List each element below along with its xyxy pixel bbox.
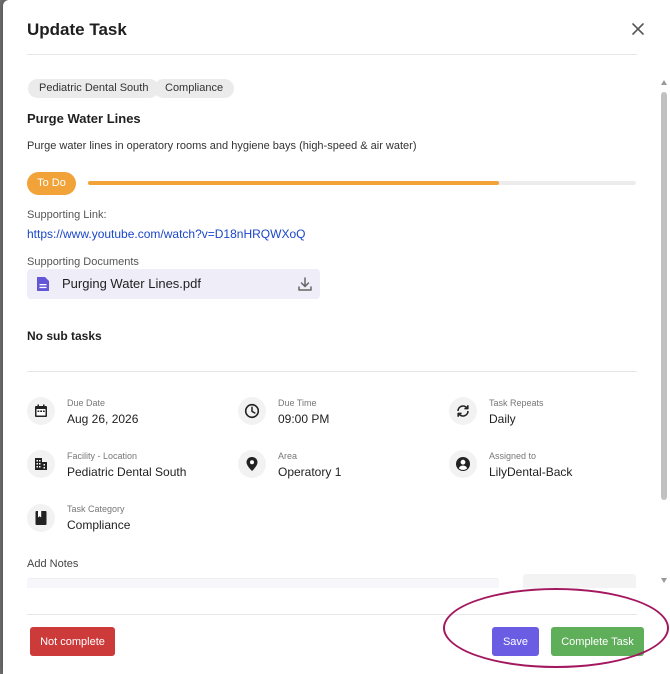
notes-input[interactable] <box>27 578 499 588</box>
area-label: Area <box>278 451 298 461</box>
document-icon <box>36 276 50 292</box>
scroll-thumb[interactable] <box>661 92 667 500</box>
document-card[interactable]: Purging Water Lines.pdf <box>27 269 320 299</box>
due-date-value: Aug 26, 2026 <box>67 412 139 426</box>
progress-fill <box>88 181 499 185</box>
notes-side-field[interactable] <box>523 574 636 588</box>
progress-bar <box>88 181 636 185</box>
task-description: Purge water lines in operatory rooms and… <box>27 140 417 152</box>
building-icon <box>27 450 55 478</box>
due-time-label: Due Time <box>278 398 317 408</box>
modal-header: Update Task <box>3 0 670 56</box>
scroll-down-arrow[interactable] <box>661 578 667 583</box>
scrollbar[interactable] <box>659 76 670 588</box>
status-badge[interactable]: To Do <box>27 172 76 195</box>
update-task-modal: Update Task Pediatric Dental South Compl… <box>3 0 670 674</box>
download-icon[interactable] <box>297 276 313 292</box>
modal-content: Pediatric Dental South Compliance Purge … <box>3 56 659 588</box>
task-repeats-label: Task Repeats <box>489 398 544 408</box>
header-divider <box>27 54 637 55</box>
supporting-link[interactable]: https://www.youtube.com/watch?v=D18nHRQW… <box>27 227 305 241</box>
document-name: Purging Water Lines.pdf <box>62 276 201 291</box>
scroll-up-arrow[interactable] <box>661 80 667 85</box>
section-divider <box>27 371 637 372</box>
no-subtasks-text: No sub tasks <box>27 329 102 343</box>
task-repeats-value: Daily <box>489 412 516 426</box>
task-category-value: Compliance <box>67 518 131 532</box>
user-icon <box>449 450 477 478</box>
supporting-documents-label: Supporting Documents <box>27 256 139 268</box>
assigned-to-label: Assigned to <box>489 451 537 461</box>
due-time-value: 09:00 PM <box>278 412 330 426</box>
tag-facility: Pediatric Dental South <box>28 79 160 98</box>
add-notes-label: Add Notes <box>27 558 79 570</box>
assigned-to-value: LilyDental-Back <box>489 465 573 479</box>
location-pin-icon <box>238 450 266 478</box>
close-button[interactable] <box>627 18 649 40</box>
due-date-label: Due Date <box>67 398 106 408</box>
footer-divider <box>27 614 637 615</box>
area-value: Operatory 1 <box>278 465 342 479</box>
clock-icon <box>238 397 266 425</box>
task-category-label: Task Category <box>67 504 125 514</box>
supporting-link-label: Supporting Link: <box>27 209 107 221</box>
modal-title: Update Task <box>27 20 127 39</box>
close-icon <box>632 23 644 35</box>
task-name: Purge Water Lines <box>27 111 141 126</box>
facility-location-value: Pediatric Dental South <box>67 465 187 479</box>
repeat-icon <box>449 397 477 425</box>
tag-category: Compliance <box>154 79 235 98</box>
calendar-icon <box>27 397 55 425</box>
not-complete-button[interactable]: Not complete <box>30 627 115 656</box>
save-button[interactable]: Save <box>492 627 539 656</box>
book-icon <box>27 504 55 532</box>
complete-task-button[interactable]: Complete Task <box>551 627 644 656</box>
facility-location-label: Facility - Location <box>67 451 138 461</box>
